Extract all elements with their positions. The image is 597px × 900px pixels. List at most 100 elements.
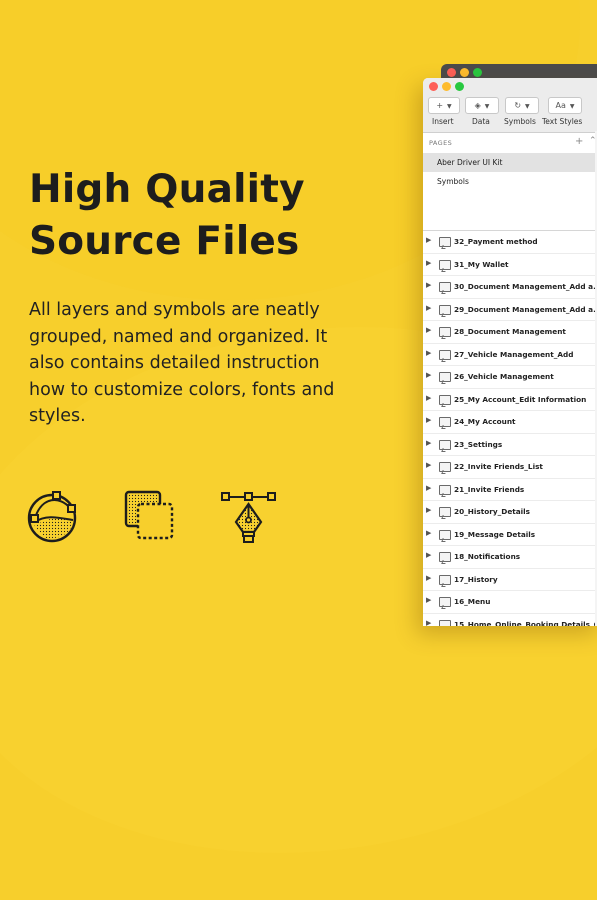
layer-list: ▶ 32_Payment method ▶ 31_My Wallet ▶ 30_Docum… (423, 231, 597, 626)
layer-name: 18_Notifications (454, 552, 521, 561)
artboard-icon (439, 327, 451, 337)
disclosure-triangle-icon[interactable]: ▶ (426, 506, 431, 514)
artboard-icon (439, 619, 451, 626)
disclosure-triangle-icon[interactable]: ▶ (426, 574, 431, 582)
layer-row[interactable]: ▶ 17_History (423, 569, 597, 591)
layers-overlap-icon (122, 488, 180, 546)
minimize-window-button[interactable] (442, 82, 451, 91)
layer-row[interactable]: ▶ 30_Document Management_Add a... (423, 276, 597, 299)
disclosure-triangle-icon[interactable]: ▶ (426, 529, 431, 537)
layer-name: 22_Invite Friends_List (454, 462, 543, 471)
close-window-button[interactable] (429, 82, 438, 91)
disclosure-triangle-icon[interactable]: ▶ (426, 349, 431, 357)
chevron-down-icon: ▼ (447, 103, 452, 110)
data-stack-icon: ◈ (474, 101, 481, 110)
text-style-icon: Aa (555, 101, 566, 110)
artboard-icon (439, 597, 451, 607)
disclosure-triangle-icon[interactable]: ▶ (426, 259, 431, 267)
body-copy: All layers and symbols are neatly groupe… (29, 300, 335, 426)
layer-name: 20_History_Details (454, 507, 531, 516)
layer-row[interactable]: ▶ 22_Invite Friends_List (423, 456, 597, 479)
disclosure-triangle-icon[interactable]: ▶ (426, 304, 431, 312)
layer-row[interactable]: ▶ 20_History_Details (423, 501, 597, 524)
chevron-down-icon: ▼ (525, 103, 530, 110)
layer-name: 24_My Account (454, 417, 516, 426)
layer-row[interactable]: ▶ 19_Message Details (423, 524, 597, 546)
layer-name: 23_Settings (454, 439, 503, 449)
close-dot-icon (447, 68, 456, 77)
disclosure-triangle-icon[interactable]: ▶ (426, 371, 431, 379)
disclosure-triangle-icon[interactable]: ▶ (426, 439, 431, 447)
layer-row[interactable]: ▶ 28_Document Management (423, 321, 597, 344)
symbols-label: Symbols (504, 117, 536, 126)
layer-row[interactable]: ▶ 29_Document Management_Add a... (423, 299, 597, 321)
layer-row[interactable]: ▶ 26_Vehicle Management (423, 366, 597, 389)
layer-row[interactable]: ▶ 24_My Account (423, 411, 597, 434)
plus-icon: + (436, 101, 444, 110)
disclosure-triangle-icon[interactable]: ▶ (426, 484, 431, 492)
sketch-app-window: + ▼ ◈ ▼ ↻ ▼ Aa ▼ Insert Data Symbols Text St… (423, 78, 597, 626)
insert-button[interactable]: + ▼ (428, 97, 460, 114)
artboard-icon (439, 282, 451, 292)
headline-line-2: Source Files (29, 219, 300, 264)
toolbar: + ▼ ◈ ▼ ↻ ▼ Aa ▼ Insert Data Symbols Text St… (423, 95, 597, 133)
pages-heading: PAGES (429, 139, 453, 147)
layer-row[interactable]: ▶ 18_Notifications (423, 546, 597, 569)
disclosure-triangle-icon[interactable]: ▶ (426, 281, 431, 289)
artboard-icon (439, 349, 451, 360)
layer-row[interactable]: ▶ 16_Menu (423, 591, 597, 614)
artboard-icon (439, 462, 451, 472)
zoom-window-button[interactable] (455, 82, 464, 91)
layer-row[interactable]: ▶ 25_My Account_Edit Information (423, 389, 597, 411)
text-styles-label: Text Styles (542, 117, 583, 126)
layer-row[interactable]: ▶ 15_Home_Online_Booking Details_G... (423, 614, 597, 627)
layer-name: 30_Document Management_Add a... (454, 282, 597, 291)
artboard-icon (439, 484, 451, 495)
disclosure-triangle-icon[interactable]: ▶ (426, 461, 431, 469)
disclosure-triangle-icon[interactable]: ▶ (426, 596, 431, 604)
vector-circle-icon (24, 488, 82, 546)
disclosure-triangle-icon[interactable]: ▶ (426, 326, 431, 334)
disclosure-triangle-icon[interactable]: ▶ (426, 416, 431, 424)
artboard-icon (439, 394, 451, 405)
layer-name: 26_Vehicle Management (454, 372, 554, 381)
layer-row[interactable]: ▶ 23_Settings (423, 434, 597, 456)
layer-row[interactable]: ▶ 21_Invite Friends (423, 479, 597, 501)
disclosure-triangle-icon[interactable]: ▶ (426, 394, 431, 402)
layer-name: 27_Vehicle Management_Add (454, 349, 574, 359)
symbols-button[interactable]: ↻ ▼ (505, 97, 539, 114)
insert-label: Insert (432, 117, 454, 126)
layer-name: 28_Document Management (454, 327, 566, 336)
disclosure-triangle-icon[interactable]: ▶ (426, 619, 431, 627)
symbol-refresh-icon: ↻ (514, 101, 522, 110)
layer-name: 15_Home_Online_Booking Details_G... (454, 619, 597, 627)
add-page-button[interactable]: + (575, 136, 584, 147)
headline: High Quality Source Files (29, 164, 305, 268)
artboard-icon (439, 259, 451, 270)
artboard-icon (439, 439, 451, 450)
layer-row[interactable]: ▶ 27_Vehicle Management_Add (423, 344, 597, 366)
data-label: Data (472, 117, 490, 126)
disclosure-triangle-icon[interactable]: ▶ (426, 236, 431, 244)
headline-line-1: High Quality (29, 167, 305, 212)
artboard-icon (439, 552, 451, 562)
data-button[interactable]: ◈ ▼ (465, 97, 499, 114)
window-titlebar (423, 78, 597, 95)
minimize-dot-icon (460, 68, 469, 77)
artboard-icon (439, 417, 451, 427)
artboard-icon (439, 304, 451, 315)
artboard-icon (439, 529, 451, 540)
page-item[interactable]: Aber Driver UI Kit (423, 153, 597, 172)
disclosure-triangle-icon[interactable]: ▶ (426, 551, 431, 559)
layer-row[interactable]: ▶ 32_Payment method (423, 231, 597, 254)
layer-row[interactable]: ▶ 31_My Wallet (423, 254, 597, 276)
pages-header: PAGES + ⌃ (423, 133, 597, 153)
layer-name: 17_History (454, 574, 498, 584)
pen-tool-icon (220, 488, 278, 546)
artboard-icon (439, 372, 451, 382)
text-styles-button[interactable]: Aa ▼ (548, 97, 582, 114)
layer-name: 21_Invite Friends (454, 484, 525, 494)
chevron-down-icon: ▼ (569, 103, 575, 110)
layer-name: 16_Menu (454, 597, 491, 606)
page-item[interactable]: Symbols (423, 172, 597, 191)
